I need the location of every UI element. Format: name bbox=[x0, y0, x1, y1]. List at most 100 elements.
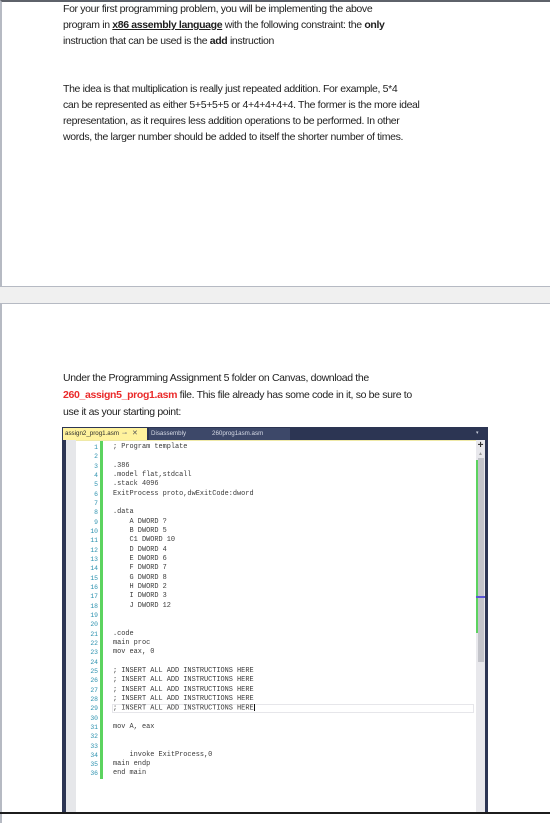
paragraph-2-line: representation, as it requires less addi… bbox=[63, 115, 400, 127]
line-number: 14 bbox=[90, 565, 98, 573]
code-text: main proc bbox=[113, 638, 151, 647]
paragraph-2-line: can be represented as either 5+5+5+5 or … bbox=[63, 99, 420, 111]
line-number: 8 bbox=[94, 509, 98, 517]
code-line[interactable]: 10 B DWORD 5 bbox=[62, 527, 476, 536]
code-line[interactable]: 30 bbox=[62, 714, 476, 723]
text-caret bbox=[253, 704, 255, 712]
code-line[interactable]: 29 ; INSERT ALL ADD INSTRUCTIONS HERE bbox=[62, 704, 476, 713]
code-text: .data bbox=[113, 508, 134, 517]
tab-assign2-prog1[interactable]: assign2_prog1.asm ⊸ ✕ bbox=[63, 428, 147, 440]
tab-label: assign2_prog1.asm bbox=[65, 430, 120, 437]
paragraph-3-line-3: use it as your starting point: bbox=[63, 406, 181, 418]
code-line[interactable]: 28 ; INSERT ALL ADD INSTRUCTIONS HERE bbox=[62, 695, 476, 704]
line-number: 16 bbox=[90, 583, 98, 591]
code-line[interactable]: 4 .model flat,stdcall bbox=[62, 471, 476, 480]
code-line[interactable]: 19 bbox=[62, 611, 476, 620]
active-doc-indicator bbox=[62, 440, 476, 441]
code-line[interactable]: 16 H DWORD 2 bbox=[62, 583, 476, 592]
code-line[interactable]: 1 ; Program template bbox=[62, 443, 476, 452]
line-number: 30 bbox=[90, 714, 98, 722]
code-line[interactable]: 17 I DWORD 3 bbox=[62, 592, 476, 601]
line-number: 36 bbox=[90, 770, 98, 778]
code-text: C1 DWORD 10 bbox=[113, 536, 176, 545]
code-text: .code bbox=[113, 629, 134, 638]
code-line[interactable]: 2 bbox=[62, 452, 476, 461]
code-line[interactable]: 9 A DWORD ? bbox=[62, 518, 476, 527]
code-line[interactable]: 14 F DWORD 7 bbox=[62, 564, 476, 573]
line-number: 10 bbox=[90, 527, 98, 535]
line-number: 31 bbox=[90, 723, 98, 731]
code-text: E DWORD 6 bbox=[113, 554, 167, 563]
code-line[interactable]: 36 end main bbox=[62, 769, 476, 778]
line-number: 18 bbox=[90, 602, 98, 610]
tab-260prog1asm[interactable]: 260prog1asm.asm bbox=[212, 428, 263, 440]
code-text: mov eax, 0 bbox=[113, 648, 155, 657]
code-editor-screenshot: assign2_prog1.asm ⊸ ✕ Disassembly 260pro… bbox=[62, 427, 488, 814]
code-line[interactable]: 12 D DWORD 4 bbox=[62, 546, 476, 555]
scrollbar-thumb[interactable] bbox=[478, 458, 484, 662]
document-page-1: For your first programming problem, you … bbox=[0, 0, 550, 287]
code-line[interactable]: 35 main endp bbox=[62, 760, 476, 769]
line-number: 34 bbox=[90, 751, 98, 759]
code-line[interactable]: 34 invoke ExitProcess,0 bbox=[62, 751, 476, 760]
code-line[interactable]: 22 main proc bbox=[62, 639, 476, 648]
code-line[interactable]: 20 bbox=[62, 620, 476, 629]
code-line[interactable]: 3 .386 bbox=[62, 462, 476, 471]
code-line[interactable]: 8 .data bbox=[62, 508, 476, 517]
line-number: 26 bbox=[90, 677, 98, 685]
pin-icon[interactable]: ⊸ bbox=[122, 428, 127, 440]
line-number: 12 bbox=[90, 546, 98, 554]
code-text: ; INSERT ALL ADD INSTRUCTIONS HERE bbox=[113, 704, 255, 713]
code-line[interactable]: 32 bbox=[62, 732, 476, 741]
line-number: 27 bbox=[90, 686, 98, 694]
code-text: ; INSERT ALL ADD INSTRUCTIONS HERE bbox=[113, 676, 254, 685]
code-text: ; Program template bbox=[113, 443, 188, 451]
code-line[interactable]: 21 .code bbox=[62, 630, 476, 639]
text-run: program in bbox=[63, 19, 113, 31]
text-run: instruction bbox=[227, 35, 274, 47]
code-line[interactable]: 5 .stack 4096 bbox=[62, 480, 476, 489]
code-line[interactable]: 26 ; INSERT ALL ADD INSTRUCTIONS HERE bbox=[62, 676, 476, 685]
code-text: ExitProcess proto,dwExitCode:dword bbox=[113, 489, 254, 498]
line-number: 23 bbox=[90, 649, 98, 657]
code-line[interactable]: 25 ; INSERT ALL ADD INSTRUCTIONS HERE bbox=[62, 667, 476, 676]
line-number: 5 bbox=[94, 481, 98, 489]
code-text: H DWORD 2 bbox=[113, 582, 167, 591]
code-line[interactable]: 15 G DWORD 8 bbox=[62, 574, 476, 583]
tab-disassembly[interactable]: Disassembly bbox=[151, 428, 186, 440]
code-line[interactable]: 31 mov A, eax bbox=[62, 723, 476, 732]
split-window-icon[interactable]: + bbox=[476, 441, 485, 451]
vertical-scrollbar[interactable]: + ▲ bbox=[476, 440, 485, 814]
code-text: I DWORD 3 bbox=[113, 592, 167, 601]
code-line[interactable]: 11 C1 DWORD 10 bbox=[62, 536, 476, 545]
code-text: D DWORD 4 bbox=[113, 545, 167, 554]
line-number: 7 bbox=[94, 499, 98, 507]
line-number: 15 bbox=[90, 574, 98, 582]
line-number: 17 bbox=[90, 593, 98, 601]
scroll-up-icon[interactable]: ▲ bbox=[476, 452, 485, 457]
code-line[interactable]: 13 E DWORD 6 bbox=[62, 555, 476, 564]
code-line[interactable]: 6 ExitProcess proto,dwExitCode:dword bbox=[62, 490, 476, 499]
code-line[interactable]: 7 bbox=[62, 499, 476, 508]
line-number: 28 bbox=[90, 695, 98, 703]
change-overview-strip bbox=[476, 460, 478, 633]
line-number: 33 bbox=[90, 742, 98, 750]
code-line[interactable]: 27 ; INSERT ALL ADD INSTRUCTIONS HERE bbox=[62, 686, 476, 695]
emphasized-term-x86-assembly: x86 assembly language bbox=[112, 19, 223, 31]
code-line[interactable]: 23 mov eax, 0 bbox=[62, 648, 476, 657]
paragraph-1-line-3: instruction that can be used is the add … bbox=[63, 33, 274, 49]
close-icon[interactable]: ✕ bbox=[132, 428, 138, 440]
code-text: .model flat,stdcall bbox=[113, 470, 192, 479]
code-line[interactable]: 18 J DWORD 12 bbox=[62, 602, 476, 611]
code-line[interactable]: 24 bbox=[62, 658, 476, 667]
code-text: A DWORD ? bbox=[113, 517, 167, 526]
caret-position-marker bbox=[476, 596, 485, 598]
bold-term-add: add bbox=[209, 35, 228, 47]
code-line[interactable]: 33 bbox=[62, 742, 476, 751]
editor-tab-bar: assign2_prog1.asm ⊸ ✕ Disassembly 260pro… bbox=[62, 427, 488, 440]
code-lines[interactable]: 1 ; Program template 2 3 .386 4 .model flat,st… bbox=[62, 443, 476, 779]
chevron-down-icon[interactable]: ▾ bbox=[476, 430, 479, 436]
code-text: main endp bbox=[113, 760, 151, 769]
paragraph-3-line-1: Under the Programming Assignment 5 folde… bbox=[63, 372, 369, 384]
line-number: 21 bbox=[90, 630, 98, 638]
